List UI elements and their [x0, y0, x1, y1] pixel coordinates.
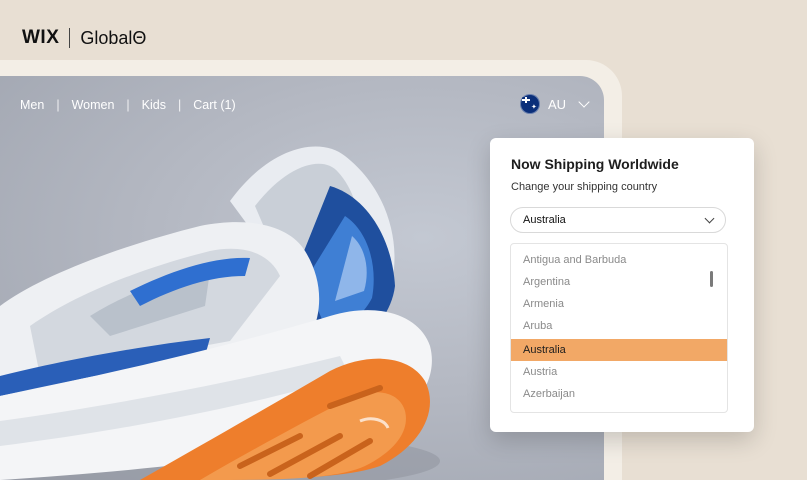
nav-cart[interactable]: Cart (1)	[193, 98, 235, 112]
nav-men[interactable]: Men	[20, 98, 44, 112]
country-option[interactable]: Armenia	[511, 293, 727, 315]
nav-divider: |	[56, 98, 60, 112]
global-e-logo: GlobalΘ	[80, 27, 147, 48]
country-option[interactable]: Antigua and Barbuda	[511, 249, 727, 271]
nav-divider: |	[126, 98, 130, 112]
shipping-country-panel: Now Shipping Worldwide Change your shipp…	[490, 138, 754, 432]
country-list: Antigua and Barbuda Argentina Armenia Ar…	[510, 243, 728, 413]
country-option-selected[interactable]: Australia	[511, 339, 727, 361]
nav-women[interactable]: Women	[72, 98, 115, 112]
country-option[interactable]: Azerbaijan	[511, 383, 727, 405]
country-option[interactable]: Argentina	[511, 271, 727, 293]
list-scrollbar[interactable]	[710, 271, 713, 287]
country-option[interactable]: Aruba	[511, 315, 727, 337]
panel-subtitle: Change your shipping country	[511, 181, 658, 193]
australia-flag-icon	[519, 94, 540, 114]
chevron-down-icon	[578, 96, 590, 108]
nav-kids[interactable]: Kids	[142, 98, 166, 112]
country-code: AU	[547, 96, 566, 112]
nav-divider: |	[178, 98, 182, 112]
country-dropdown[interactable]: Australia	[510, 207, 726, 233]
country-option[interactable]: Austria	[511, 361, 727, 383]
selected-country: Australia	[523, 214, 566, 226]
chevron-down-icon	[704, 213, 715, 224]
wix-logo: WIX	[22, 27, 60, 48]
country-selector[interactable]: AU	[519, 94, 590, 114]
brand-lockup: WIX GlobalΘ	[22, 24, 146, 52]
panel-title: Now Shipping Worldwide	[511, 156, 679, 172]
main-nav: Men | Women | Kids | Cart (1)	[20, 98, 236, 112]
brand-divider	[69, 28, 71, 48]
